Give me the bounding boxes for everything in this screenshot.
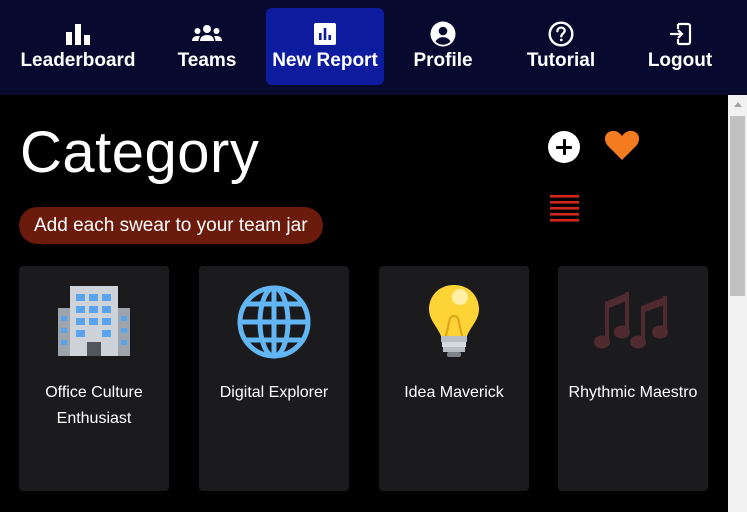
help-circle-icon [548,21,574,47]
nav-tutorial[interactable]: Tutorial [502,8,620,85]
category-card-rhythmic-maestro[interactable]: Rhythmic Maestro [558,266,708,491]
nav-logout[interactable]: Logout [621,8,739,85]
category-card-label: Idea Maverick [404,384,504,401]
favorites-button[interactable] [604,129,640,166]
team-jar-hint: Add each swear to your team jar [19,207,323,244]
nav-label-new-report: New Report [272,50,378,71]
bar-chart-icon [65,21,91,47]
category-card-label: Rhythmic Maestro [568,384,698,401]
category-card-label: Digital Explorer [219,384,329,401]
nav-label-leaderboard: Leaderboard [20,50,136,71]
category-page: Category Add each swear to your team jar [0,95,728,512]
nav-label-profile: Profile [413,50,473,71]
nav-teams[interactable]: Teams [148,8,266,85]
category-card-idea-maverick[interactable]: Idea Maverick [379,266,529,491]
list-view-button[interactable] [550,192,580,229]
list-icon [550,195,579,222]
account-circle-icon [430,21,456,47]
nav-profile[interactable]: Profile [384,8,502,85]
scroll-up-arrow-icon[interactable] [728,95,747,114]
nav-label-tutorial: Tutorial [526,50,596,71]
top-navigation: Leaderboard Teams New Report Profile Tut… [0,0,747,95]
category-card-office-culture-enthusiast[interactable]: Office Culture Enthusiast [19,266,169,491]
logout-icon [668,21,692,47]
add-category-button[interactable] [548,131,580,163]
music-notes-icon [558,282,708,362]
people-icon [191,21,223,47]
report-icon [313,21,337,47]
nav-label-logout: Logout [647,50,713,71]
office-building-icon [19,282,169,362]
scrollbar-thumb[interactable] [730,116,745,296]
category-card-label: Office Culture Enthusiast [45,384,143,427]
page-title: Category [20,120,260,185]
heart-icon [604,130,640,160]
nav-new-report[interactable]: New Report [266,8,384,85]
category-card-digital-explorer[interactable]: Digital Explorer [199,266,349,491]
nav-leaderboard[interactable]: Leaderboard [19,8,137,85]
globe-icon [199,282,349,362]
vertical-scrollbar[interactable] [728,95,747,512]
light-bulb-icon [379,282,529,362]
nav-label-teams: Teams [177,50,237,71]
